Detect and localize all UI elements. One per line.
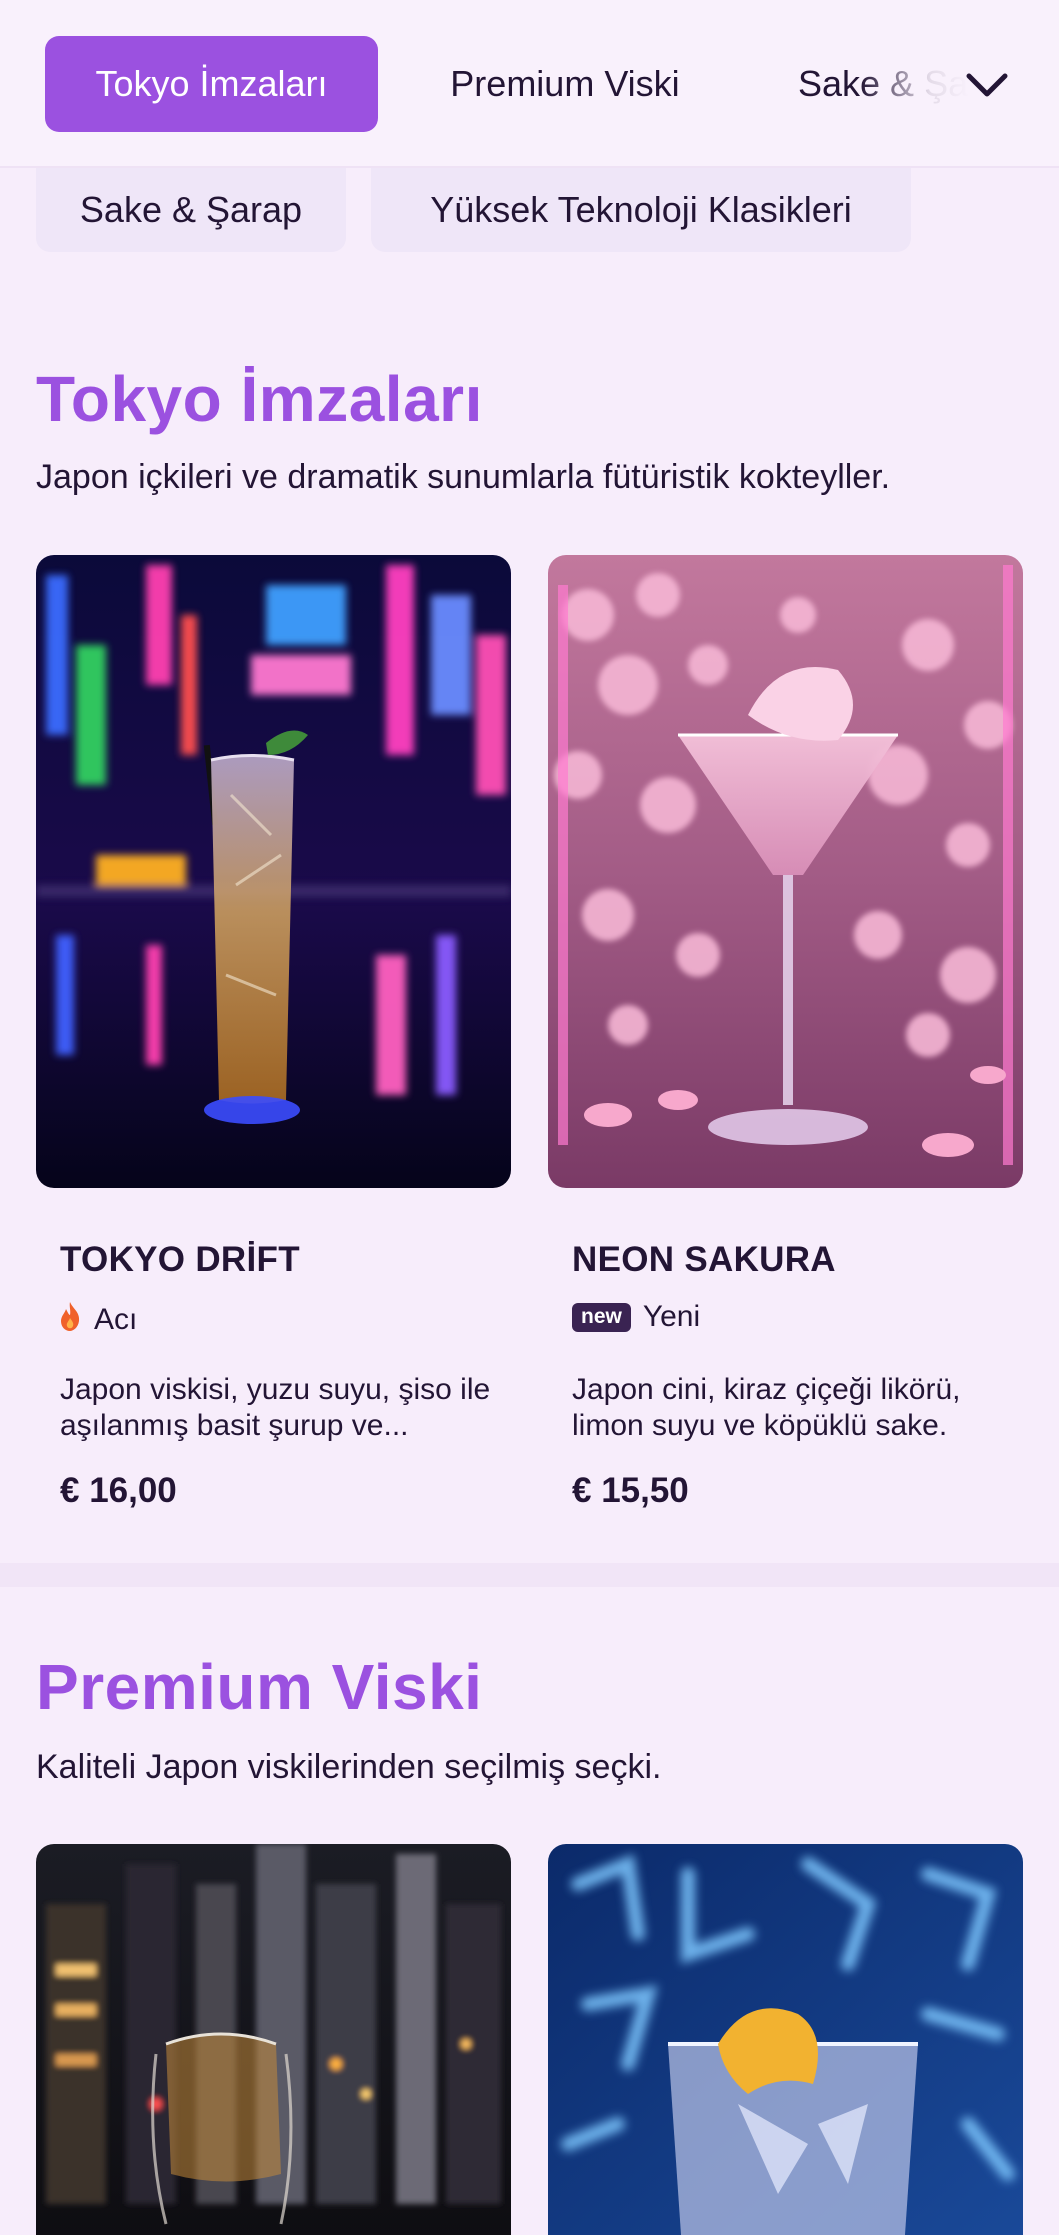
item-price: € 15,50 [572, 1471, 689, 1510]
section-divider [0, 1563, 1059, 1587]
whisky-glass-image[interactable] [36, 1844, 511, 2235]
section-title: Premium Viski [36, 1651, 483, 1723]
chevron-down-icon[interactable] [962, 60, 1012, 110]
tab-premium-viski[interactable]: Premium Viski [400, 36, 730, 132]
section-description: Kaliteli Japon viskilerinden seçilmiş se… [36, 1748, 662, 1786]
tab-tokyo-imzalari[interactable]: Tokyo İmzaları [45, 36, 378, 132]
item-tag-label: Acı [94, 1303, 138, 1336]
tab-scroll-fade [860, 0, 1059, 166]
tokyo-drift-image[interactable] [36, 555, 511, 1188]
new-badge: new [572, 1302, 631, 1332]
item-name: TOKYO DRİFT [60, 1240, 300, 1279]
item-description: Japon viskisi, yuzu suyu, şiso ile aşıla… [60, 1373, 491, 1442]
category-chip-sake-sarap[interactable]: Sake & Şarap [36, 168, 346, 252]
flame-icon [58, 1300, 82, 1340]
section-title: Tokyo İmzaları [36, 363, 483, 435]
section-description: Japon içkileri ve dramatik sunumlarla fü… [36, 458, 891, 496]
item-name: NEON SAKURA [572, 1240, 836, 1279]
category-tab-bar: Tokyo İmzaları Premium Viski Sake & Şara… [0, 0, 1059, 168]
item-tag-label: Yeni [642, 1300, 701, 1333]
neon-sakura-image[interactable] [548, 555, 1023, 1188]
item-description: Japon cini, kiraz çiçeği likörü, limon s… [572, 1373, 961, 1442]
item-tag-spicy: Acı [58, 1300, 137, 1340]
category-chip-yuksek-teknoloji[interactable]: Yüksek Teknoloji Klasikleri [371, 168, 911, 252]
item-price: € 16,00 [60, 1471, 177, 1510]
neon-cocktail-image[interactable] [548, 1844, 1023, 2235]
item-tag-new: new Yeni [572, 1300, 700, 1334]
